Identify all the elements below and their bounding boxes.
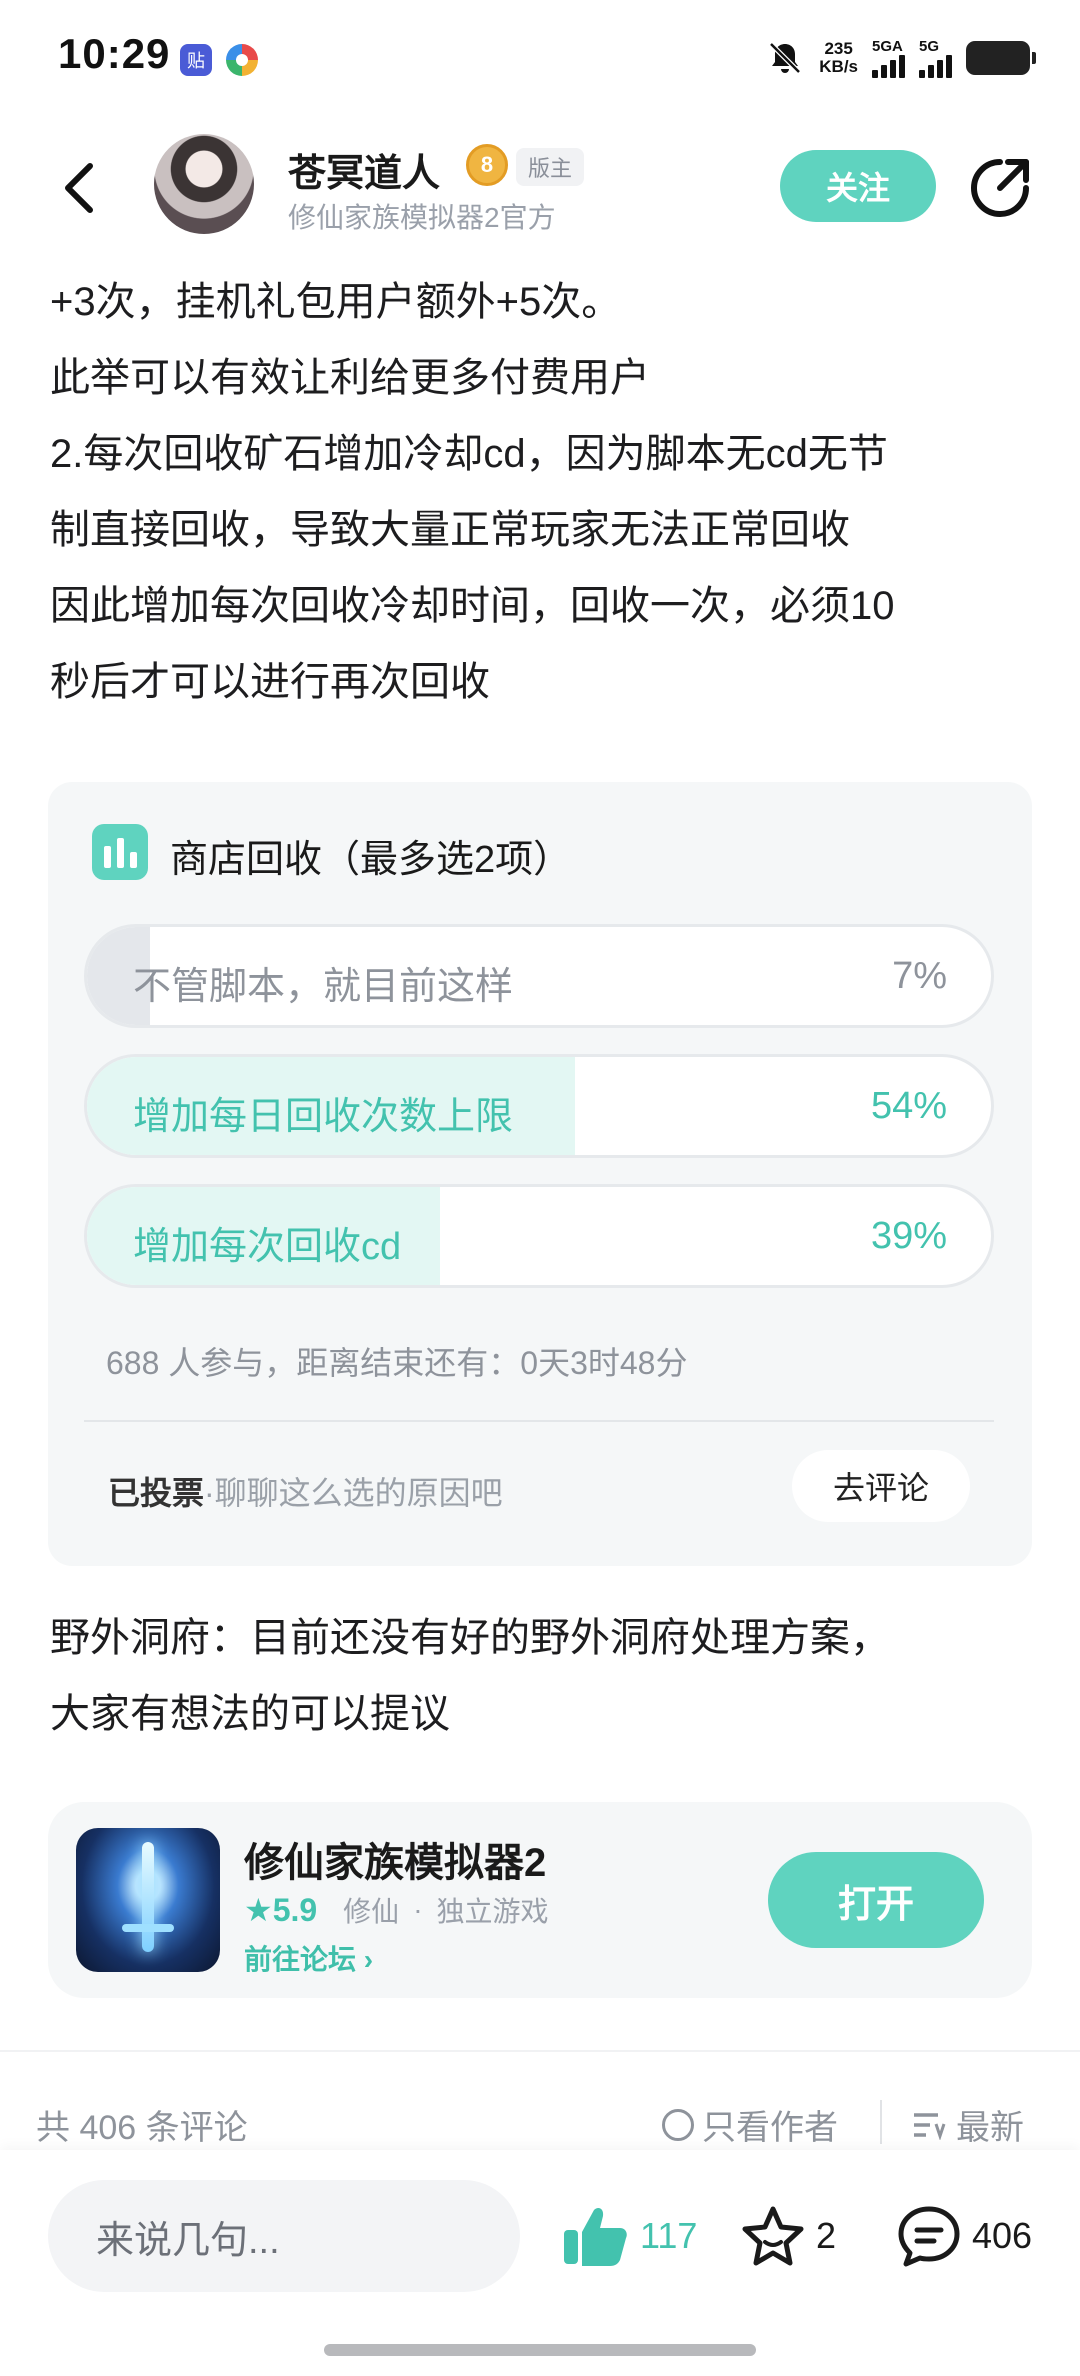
signal-bars-icon — [919, 54, 952, 78]
sort-list-icon — [914, 2112, 946, 2140]
post-line: 野外洞府：目前还没有好的野外洞府处理方案， — [50, 1616, 890, 1660]
game-name[interactable]: 修仙家族模拟器2 — [244, 1830, 546, 1888]
game-icon[interactable] — [76, 1828, 220, 1972]
post-line: 制直接回收，导致大量正常玩家无法正常回收 — [50, 508, 850, 552]
post-content: +3次，挂机礼包用户额外+5次。 此举可以有效让利给更多付费用户 2.每次回收矿… — [50, 264, 1030, 720]
only-author-label: 只看作者 — [702, 2109, 838, 2147]
post-line: 大家有想法的可以提议 — [50, 1692, 450, 1736]
share-icon[interactable] — [966, 154, 1034, 222]
bottom-action-bar: 来说几句... 117 2 406 — [0, 2150, 1080, 2376]
post-line: 因此增加每次回收冷却时间，回收一次，必须10 — [50, 584, 895, 628]
like-count: 117 — [640, 2215, 698, 2256]
post-line: +3次，挂机礼包用户额外+5次。 — [50, 280, 622, 324]
star-outline-icon — [742, 2206, 804, 2266]
game-tag: 独立游戏 — [436, 1896, 549, 1927]
like-button[interactable]: 117 — [560, 2200, 697, 2272]
status-indicators: 235 KB/s 5GA 5G — [765, 36, 1036, 80]
only-author-toggle[interactable]: 只看作者 — [662, 2100, 838, 2149]
battery-icon — [966, 41, 1036, 75]
radio-circle-icon — [662, 2108, 694, 2141]
vote-option[interactable]: 增加每日回收次数上限 54% — [84, 1054, 994, 1158]
section-divider — [0, 2050, 1080, 2052]
post-line: 2.每次回收矿石增加冷却cd，因为脚本无cd无节 — [50, 432, 888, 476]
comment-input[interactable]: 来说几句... — [48, 2180, 520, 2292]
vote-option-label: 增加每日回收次数上限 — [133, 1096, 514, 1138]
post-line: 秒后才可以进行再次回收 — [50, 660, 490, 704]
post-header: 苍冥道人 8 版主 修仙家族模拟器2官方 关注 — [0, 120, 1080, 260]
game-rating: ★5.9 — [244, 1891, 317, 1929]
home-indicator — [324, 2344, 756, 2356]
vote-option[interactable]: 不管脚本，就目前这样 7% — [84, 924, 994, 1028]
divider — [84, 1420, 994, 1422]
network-speed-value: 235 — [824, 39, 853, 58]
chevron-right-icon: › — [363, 1944, 374, 1975]
status-time: 10:29 — [58, 30, 171, 77]
favorite-count: 2 — [816, 2215, 837, 2256]
author-subtitle: 修仙家族模拟器2官方 — [288, 202, 556, 233]
signal-5g: 5G — [919, 39, 952, 78]
signal-bars-icon — [872, 54, 905, 78]
forum-link-label: 前往论坛 — [244, 1944, 357, 1975]
post-line: 此举可以有效让利给更多付费用户 — [50, 356, 650, 400]
moderator-badge: 版主 — [516, 148, 585, 186]
tieba-app-icon: 贴 — [180, 44, 212, 76]
vote-option-label: 增加每次回收cd — [133, 1226, 402, 1268]
divider — [880, 2100, 882, 2144]
sort-toggle[interactable]: 最新 — [912, 2100, 1024, 2149]
vote-title: 商店回收（最多选2项） — [170, 839, 572, 881]
go-comment-button[interactable]: 去评论 — [792, 1450, 970, 1522]
signal-5g-label: 5G — [919, 37, 940, 55]
bell-muted-icon — [769, 42, 802, 74]
forum-link[interactable]: 前往论坛 › — [244, 1938, 373, 1978]
status-bar: 10:29 贴 235 KB/s 5GA 5G — [0, 0, 1080, 120]
comments-count: 共 406 条评论 — [36, 2109, 248, 2147]
network-speed: 235 KB/s — [819, 40, 858, 76]
vote-participants: 688 人参与，距离结束还有：0天3时48分 — [106, 1345, 688, 1381]
vote-card: 商店回收（最多选2项） 不管脚本，就目前这样 7% 增加每日回收次数上限 54%… — [48, 782, 1032, 1566]
poll-chart-icon — [92, 824, 148, 880]
game-rating-value: 5.9 — [272, 1892, 318, 1928]
vote-option-percent: 54% — [870, 1085, 947, 1127]
comment-count: 406 — [972, 2215, 1033, 2256]
signal-5ga: 5GA — [872, 39, 905, 78]
level-badge: 8 — [466, 144, 508, 186]
thumbs-up-icon — [564, 2208, 627, 2266]
star-icon: ★ — [244, 1892, 273, 1928]
voted-hint: ·聊聊这么选的原因吧 — [204, 1475, 503, 1511]
comment-button[interactable]: 406 — [896, 2200, 1032, 2272]
signal-5ga-label: 5GA — [872, 37, 903, 55]
favorite-button[interactable]: 2 — [740, 2200, 836, 2272]
separator-dot: · — [413, 1894, 423, 1925]
post-content-continued: 野外洞府：目前还没有好的野外洞府处理方案， 大家有想法的可以提议 — [50, 1600, 1030, 1752]
game-tag: 修仙 — [343, 1896, 400, 1927]
follow-button[interactable]: 关注 — [780, 150, 936, 222]
vote-option[interactable]: 增加每次回收cd 39% — [84, 1184, 994, 1288]
voted-status: 已投票·聊聊这么选的原因吧 — [108, 1468, 503, 1514]
game-meta: ★5.9 修仙 · 独立游戏 — [244, 1890, 549, 1930]
vote-option-label: 不管脚本，就目前这样 — [133, 966, 514, 1008]
open-game-button[interactable]: 打开 — [768, 1852, 984, 1948]
network-speed-unit: KB/s — [819, 57, 858, 76]
comment-bubble-icon — [898, 2206, 960, 2267]
vote-option-percent: 39% — [870, 1215, 947, 1257]
vote-option-percent: 7% — [892, 955, 947, 997]
sort-label: 最新 — [956, 2109, 1024, 2147]
back-arrow-icon[interactable] — [56, 158, 106, 218]
author-name[interactable]: 苍冥道人 — [288, 142, 440, 197]
colorful-app-icon — [226, 44, 258, 76]
game-card[interactable]: 修仙家族模拟器2 ★5.9 修仙 · 独立游戏 前往论坛 › 打开 — [48, 1802, 1032, 1998]
voted-label: 已投票 — [108, 1475, 205, 1511]
author-avatar[interactable] — [154, 134, 254, 234]
